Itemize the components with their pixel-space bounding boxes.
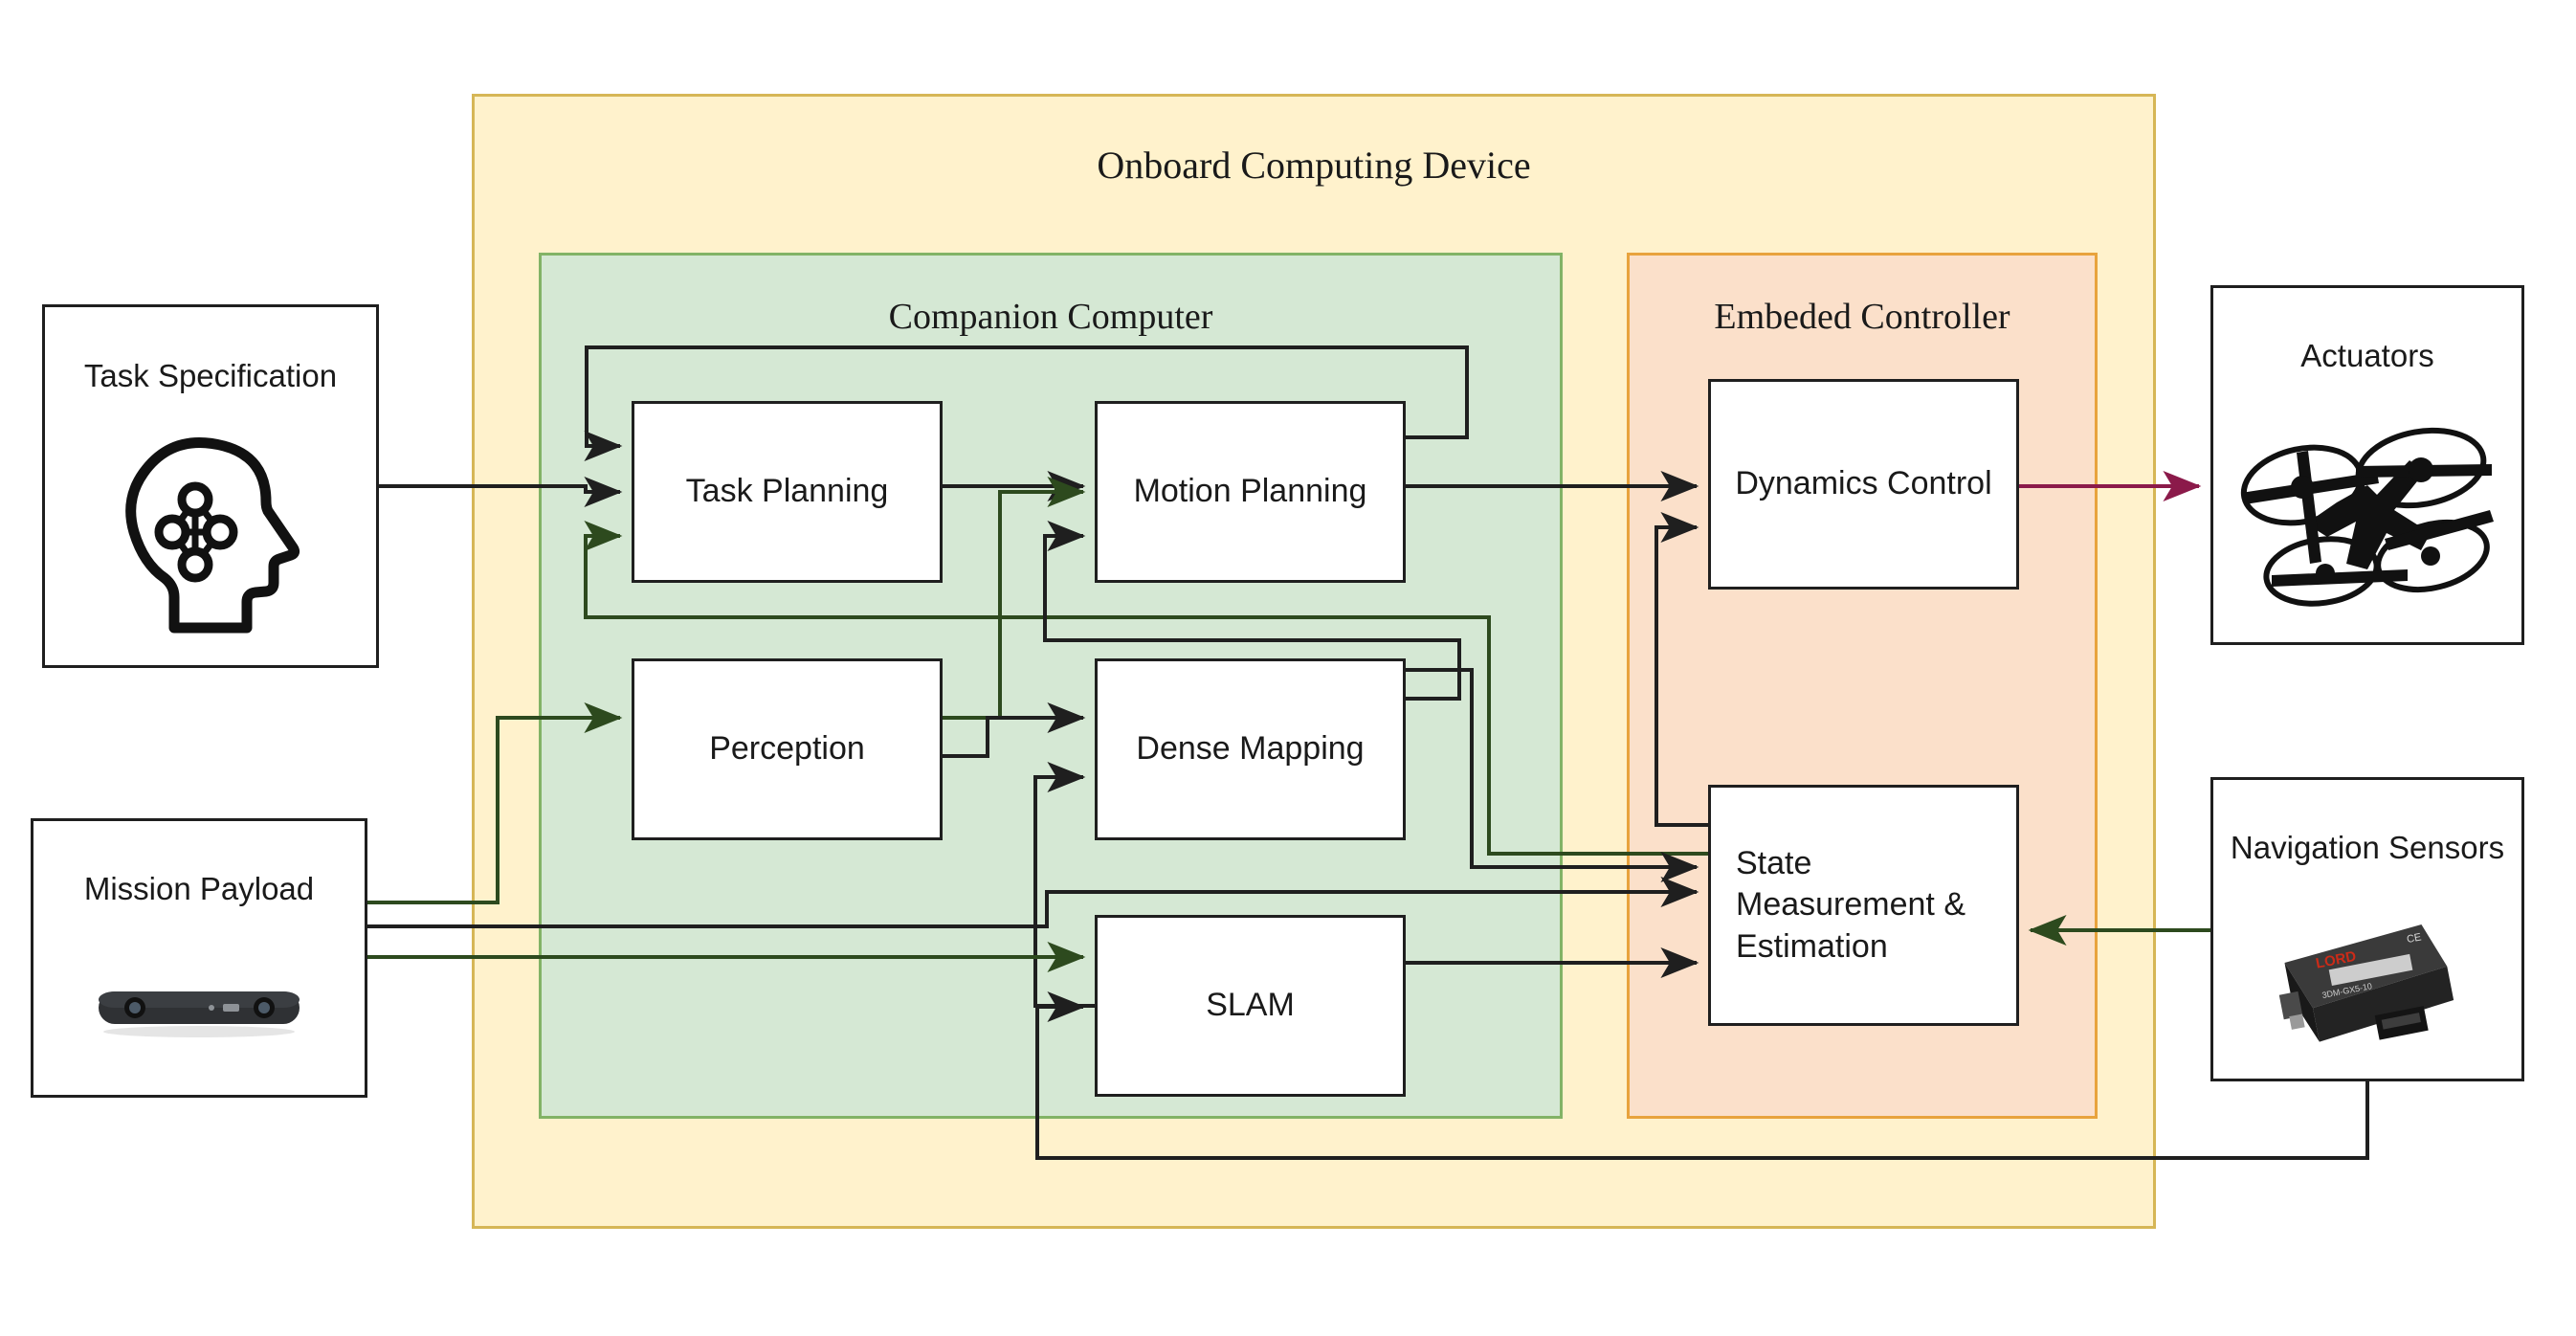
node-task-planning[interactable]: Task Planning — [632, 401, 943, 583]
node-slam[interactable]: SLAM — [1095, 915, 1406, 1097]
node-dense-mapping[interactable]: Dense Mapping — [1095, 658, 1406, 840]
node-dynamics-control-label: Dynamics Control — [1735, 465, 1992, 502]
companion-computer-title: Companion Computer — [888, 297, 1213, 337]
imu-sensor-icon: LORD 3DM-GX5-10 CE — [2213, 904, 2521, 1072]
depth-camera-icon — [33, 965, 365, 1051]
node-motion-planning-label: Motion Planning — [1133, 473, 1367, 510]
quadcopter-icon — [2213, 403, 2521, 623]
external-navigation-sensors[interactable]: Navigation Sensors LORD 3DM-GX5-10 CE — [2210, 777, 2524, 1081]
onboard-computing-device-title: Onboard Computing Device — [1097, 144, 1531, 187]
state-line-2: Measurement & — [1736, 886, 1965, 924]
state-line-1: State — [1736, 844, 1812, 881]
external-mission-payload[interactable]: Mission Payload — [31, 818, 367, 1098]
node-perception-label: Perception — [709, 730, 865, 768]
node-state-measurement-estimation[interactable]: State Measurement & Estimation — [1708, 785, 2019, 1026]
node-state-measurement-estimation-label: State Measurement & Estimation — [1711, 843, 1965, 969]
external-task-specification-label: Task Specification — [83, 358, 338, 393]
external-actuators[interactable]: Actuators — [2210, 285, 2524, 645]
node-perception[interactable]: Perception — [632, 658, 943, 840]
external-navigation-sensors-label: Navigation Sensors — [2230, 830, 2505, 865]
external-task-specification[interactable]: Task Specification — [42, 304, 379, 668]
node-task-planning-label: Task Planning — [685, 473, 889, 510]
external-mission-payload-label: Mission Payload — [83, 871, 315, 906]
state-line-3: Estimation — [1736, 927, 1888, 965]
head-network-icon — [45, 420, 376, 650]
external-actuators-label: Actuators — [2300, 338, 2434, 373]
node-dense-mapping-label: Dense Mapping — [1136, 730, 1365, 768]
embeded-controller-title: Embeded Controller — [1714, 297, 2010, 337]
node-slam-label: SLAM — [1206, 987, 1295, 1024]
node-motion-planning[interactable]: Motion Planning — [1095, 401, 1406, 583]
diagram-canvas: Onboard Computing Device Companion Compu… — [0, 0, 2576, 1336]
node-dynamics-control[interactable]: Dynamics Control — [1708, 379, 2019, 590]
